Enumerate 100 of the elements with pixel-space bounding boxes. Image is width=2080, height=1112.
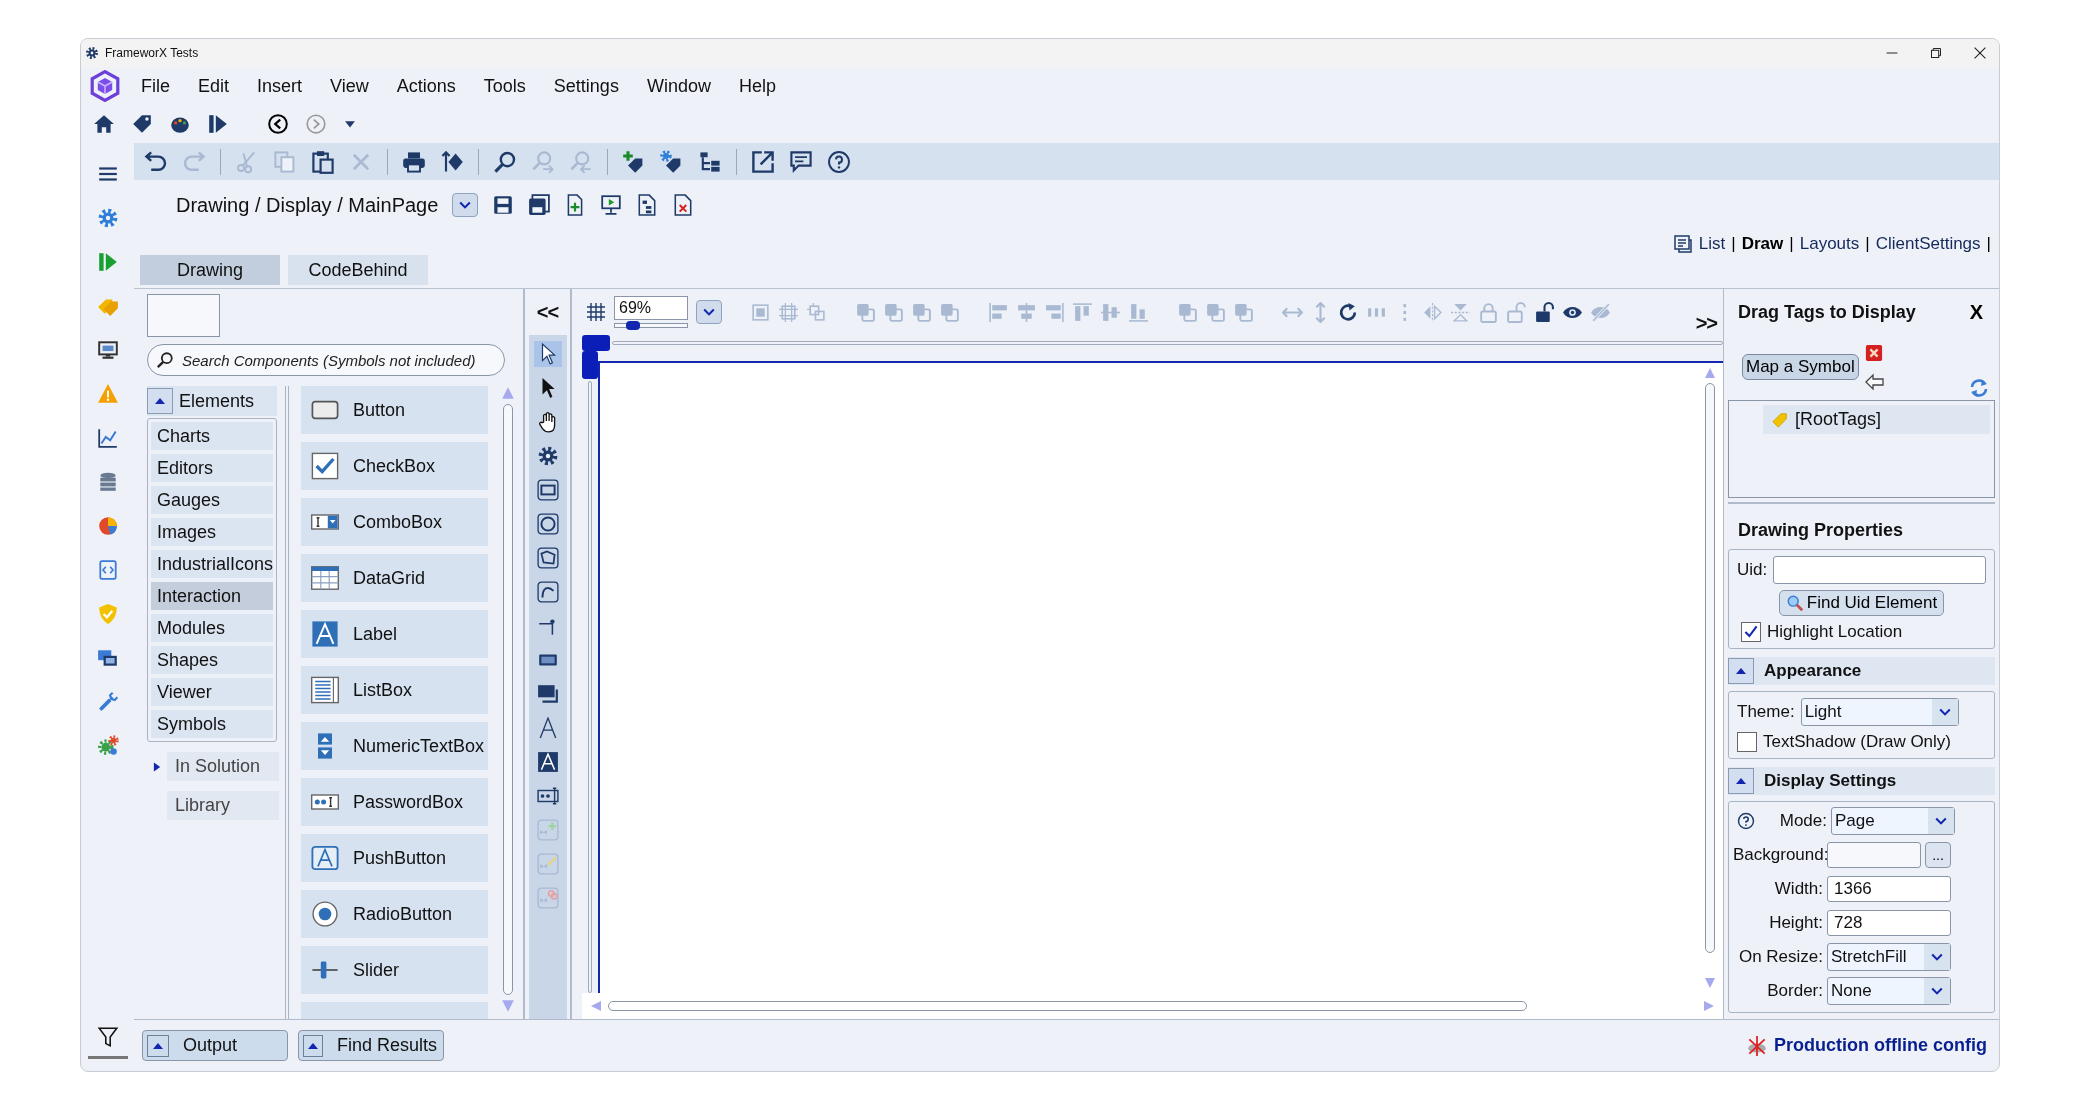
theme-dropdown[interactable]: Light [1800, 698, 1959, 726]
category-item[interactable]: Gauges [151, 486, 273, 514]
printer-icon[interactable] [402, 149, 426, 174]
checkbox[interactable] [1741, 622, 1761, 642]
category-item[interactable]: Modules [151, 614, 273, 642]
run-icon[interactable] [207, 113, 229, 135]
external-icon[interactable] [751, 149, 775, 174]
back-icon[interactable] [267, 113, 289, 135]
category-item[interactable]: Symbols [151, 710, 273, 738]
component-tile[interactable]: ListBox [301, 666, 488, 714]
scrollbar[interactable] [1705, 383, 1715, 953]
group-item[interactable]: Library [167, 791, 279, 820]
panel-stack-icon[interactable] [536, 683, 559, 705]
menu-item[interactable]: Insert [243, 75, 317, 97]
home-icon[interactable] [93, 113, 115, 135]
component-tile[interactable]: DataGrid [301, 554, 488, 602]
code-document-icon[interactable] [96, 559, 119, 581]
dropdown-field[interactable]: None [1827, 977, 1951, 1005]
view-link[interactable]: List [1698, 234, 1726, 254]
textbox-icon[interactable] [536, 785, 559, 807]
menu-item[interactable]: Tools [469, 75, 540, 97]
category-item[interactable]: IndustrialIcons [151, 550, 273, 578]
monitor-icon[interactable] [96, 339, 119, 361]
view-link[interactable]: Draw [1741, 234, 1784, 254]
collapse-button[interactable] [1728, 658, 1754, 684]
filter-icon[interactable] [96, 1026, 119, 1048]
undo-icon[interactable] [144, 149, 168, 174]
close-button[interactable]: X [1969, 301, 1983, 324]
gear-icon[interactable] [536, 445, 559, 467]
menu-item[interactable]: File [127, 75, 184, 97]
save-icon[interactable] [492, 194, 515, 216]
component-tile[interactable]: ComboBox [301, 498, 488, 546]
pie-icon[interactable] [96, 515, 119, 537]
curve-icon[interactable] [536, 581, 559, 603]
color-field[interactable] [1827, 842, 1921, 868]
category-item[interactable]: Images [151, 518, 273, 546]
dropdown-field[interactable]: Page [1831, 807, 1955, 835]
component-tile[interactable]: PushButton [301, 834, 488, 882]
screens-icon[interactable] [96, 647, 119, 669]
collapse-button[interactable] [147, 388, 173, 414]
zoom-slider[interactable] [614, 323, 688, 328]
tree-item[interactable]: [RootTags] [1763, 405, 1990, 434]
run-display-icon[interactable] [600, 194, 623, 216]
input-field[interactable]: 1366 [1827, 876, 1951, 902]
component-tile[interactable]: Label [301, 610, 488, 658]
chart-icon[interactable] [96, 427, 119, 449]
arrow-left-icon[interactable] [1864, 372, 1885, 392]
tab[interactable]: CodeBehind [288, 255, 428, 285]
polygon-icon[interactable] [536, 547, 559, 569]
ellipse-icon[interactable] [536, 513, 559, 535]
component-tile[interactable]: NumericTextBox [301, 722, 488, 770]
dropdown-button[interactable] [696, 300, 722, 324]
browse-button[interactable]: ... [1925, 842, 1951, 868]
component-tile[interactable]: Slider [301, 946, 488, 994]
input-field[interactable]: 728 [1827, 910, 1951, 936]
expand-text[interactable]: >> [1695, 312, 1723, 335]
dropdown-field[interactable]: StretchFill [1827, 943, 1951, 971]
category-item[interactable]: Editors [151, 454, 273, 482]
category-item[interactable]: Charts [151, 422, 273, 450]
component-tile[interactable]: Button [301, 386, 488, 434]
refresh-icon[interactable] [1969, 378, 1989, 398]
component-tile[interactable]: RadioButton [301, 890, 488, 938]
help-icon[interactable] [827, 149, 851, 174]
panel-button[interactable]: Output [142, 1030, 288, 1061]
zoom-field[interactable]: 69% [614, 296, 688, 320]
view-link[interactable]: ClientSettings [1875, 234, 1981, 254]
category-item[interactable]: Viewer [151, 678, 273, 706]
menu-item[interactable]: Settings [539, 75, 633, 97]
search-field[interactable]: Search Components (Symbols not included) [147, 344, 505, 376]
collapse-text[interactable]: << [536, 289, 559, 335]
component-tile[interactable]: PasswordBox [301, 778, 488, 826]
expand-arrow-icon[interactable] [152, 760, 162, 773]
grid-icon[interactable] [586, 302, 606, 322]
rotate-icon[interactable] [1338, 301, 1359, 323]
view-link[interactable]: Layouts [1799, 234, 1860, 254]
menu-item[interactable]: Window [632, 75, 725, 97]
rectangle-icon[interactable] [536, 479, 559, 501]
menu-item[interactable]: Help [724, 75, 790, 97]
search-icon[interactable] [493, 149, 517, 174]
save-all-icon[interactable] [528, 194, 551, 216]
tag-icon[interactable] [131, 113, 153, 135]
menu-item[interactable]: Edit [184, 75, 244, 97]
map-symbol-button[interactable]: Map a Symbol [1742, 354, 1859, 380]
collapse-button[interactable] [1728, 768, 1754, 794]
find-button[interactable]: Find Uid Element [1778, 590, 1945, 616]
slider-thumb[interactable] [626, 321, 640, 330]
scrollbar[interactable] [503, 404, 513, 995]
dropdown-button[interactable] [452, 193, 479, 217]
wrench-icon[interactable] [96, 691, 119, 713]
padlock-icon[interactable] [1534, 301, 1555, 323]
compare-icon[interactable] [440, 149, 464, 174]
tab[interactable]: Drawing [140, 255, 280, 285]
checkbox[interactable] [1737, 732, 1757, 752]
category-item[interactable]: Shapes [151, 646, 273, 674]
text-filled-icon[interactable] [536, 751, 559, 773]
remove-icon[interactable] [1864, 344, 1883, 362]
status-text[interactable]: Production offline config [1774, 1035, 1987, 1056]
component-tile[interactable]: CheckBox [301, 442, 488, 490]
tree-icon[interactable] [698, 149, 722, 174]
menu-item[interactable]: View [316, 75, 383, 97]
